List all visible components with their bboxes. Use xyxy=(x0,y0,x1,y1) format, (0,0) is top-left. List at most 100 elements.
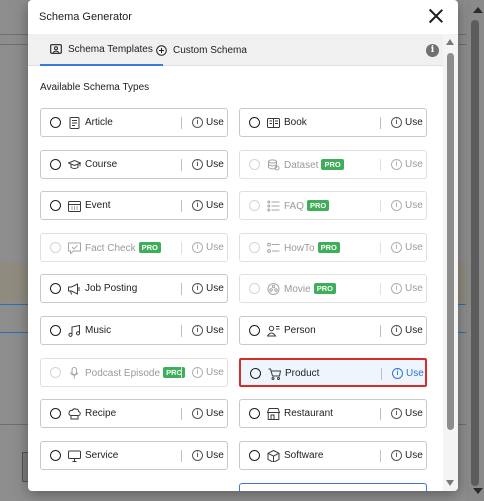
use-button[interactable]: Use xyxy=(405,408,423,419)
schema-label: FAQ PRO xyxy=(284,200,330,212)
schema-card-fact-check[interactable]: Fact Check PRO i Use xyxy=(40,232,228,262)
schema-name: Course xyxy=(85,158,118,170)
scroll-down-icon[interactable] xyxy=(446,480,454,486)
use-button[interactable]: Use xyxy=(405,450,423,461)
radio-button[interactable] xyxy=(249,449,260,461)
radio-button[interactable] xyxy=(249,325,260,336)
schema-card-recipe[interactable]: Recipe i Use xyxy=(40,399,228,429)
schema-card-movie[interactable]: Movie PRO i Use xyxy=(239,274,427,304)
info-icon[interactable]: i xyxy=(426,44,439,57)
radio-button[interactable] xyxy=(50,200,61,212)
modal-scrollbar[interactable] xyxy=(443,34,458,491)
schema-name: Event xyxy=(85,200,111,212)
use-button[interactable]: Use xyxy=(206,117,224,128)
schema-card-faq[interactable]: FAQ PRO i Use xyxy=(239,191,427,221)
book-icon xyxy=(267,117,280,129)
scroll-up-icon[interactable] xyxy=(446,39,454,45)
radio-button[interactable] xyxy=(50,366,61,378)
info-circle-icon[interactable]: i xyxy=(391,408,402,420)
info-circle-icon[interactable]: i xyxy=(391,200,402,212)
radio-button[interactable] xyxy=(50,158,61,170)
tab-custom-schema[interactable]: Custom Schema xyxy=(156,34,247,66)
radio-button[interactable] xyxy=(249,117,260,128)
schema-card-howto[interactable]: HowTo PRO i Use xyxy=(239,232,427,262)
info-circle-icon[interactable]: i xyxy=(391,449,402,461)
use-button[interactable]: Use xyxy=(405,325,423,336)
radio-button[interactable] xyxy=(50,117,61,128)
use-button[interactable]: Use xyxy=(405,242,423,253)
schema-card-software[interactable]: Software i Use xyxy=(239,440,427,470)
schema-card-restaurant[interactable]: Restaurant i Use xyxy=(239,399,427,429)
divider xyxy=(380,283,381,296)
info-circle-icon[interactable]: i xyxy=(391,325,402,336)
use-button[interactable]: Use xyxy=(206,367,224,378)
radio-button[interactable] xyxy=(50,408,61,420)
tab-schema-templates[interactable]: Schema Templates xyxy=(40,34,163,66)
schema-label: Movie PRO xyxy=(284,283,336,295)
page-scrollbar[interactable] xyxy=(466,0,484,501)
schema-card-event[interactable]: Event i Use xyxy=(40,191,228,221)
schema-card-job-posting[interactable]: Job Posting i Use xyxy=(40,274,228,304)
schema-card-dataset[interactable]: Dataset PRO i Use xyxy=(239,149,427,179)
schema-card-course[interactable]: Course i Use xyxy=(40,149,228,179)
use-button[interactable]: Use xyxy=(405,117,423,128)
page-scroll-down-icon[interactable] xyxy=(473,488,483,494)
schema-card-person[interactable]: Person i Use xyxy=(239,316,427,345)
schema-card-partial[interactable] xyxy=(239,483,427,491)
info-circle-icon[interactable]: i xyxy=(192,449,203,461)
info-circle-icon[interactable]: i xyxy=(391,283,402,295)
use-button[interactable]: Use xyxy=(206,450,224,461)
schema-label: Software xyxy=(284,450,323,461)
info-circle-icon[interactable]: i xyxy=(192,325,203,336)
divider xyxy=(181,200,182,213)
use-button[interactable]: Use xyxy=(405,200,423,211)
schema-card-music[interactable]: Music i Use xyxy=(40,316,228,345)
info-circle-icon[interactable]: i xyxy=(192,283,203,295)
schema-label: Book xyxy=(284,117,307,128)
use-button[interactable]: Use xyxy=(206,242,224,253)
info-circle-icon[interactable]: i xyxy=(192,158,203,170)
radio-button[interactable] xyxy=(50,283,61,295)
radio-button[interactable] xyxy=(50,449,61,461)
schema-card-service[interactable]: Service i Use xyxy=(40,440,228,470)
schema-card-book[interactable]: Book i Use xyxy=(239,108,427,137)
radio-button[interactable] xyxy=(249,241,260,253)
info-circle-icon[interactable]: i xyxy=(192,241,203,253)
close-icon[interactable] xyxy=(428,8,444,24)
use-button[interactable]: Use xyxy=(406,368,424,379)
radio-button[interactable] xyxy=(250,367,261,379)
use-button[interactable]: Use xyxy=(405,159,423,170)
info-circle-icon[interactable]: i xyxy=(391,117,402,128)
microphone-icon xyxy=(68,366,81,379)
use-button[interactable]: Use xyxy=(206,200,224,211)
radio-button[interactable] xyxy=(249,283,260,295)
schema-label: Fact Check PRO xyxy=(85,241,161,254)
radio-button[interactable] xyxy=(50,325,61,336)
radio-button[interactable] xyxy=(249,200,260,212)
use-button[interactable]: Use xyxy=(206,408,224,419)
info-circle-icon[interactable]: i xyxy=(192,366,203,378)
divider xyxy=(181,366,182,379)
divider xyxy=(181,408,182,421)
info-circle-icon[interactable]: i xyxy=(391,241,402,253)
info-circle-icon[interactable]: i xyxy=(392,367,403,379)
radio-button[interactable] xyxy=(249,158,260,170)
scroll-thumb[interactable] xyxy=(447,53,454,430)
info-circle-icon[interactable]: i xyxy=(192,117,203,128)
use-button[interactable]: Use xyxy=(206,325,224,336)
info-circle-icon[interactable]: i xyxy=(192,200,203,212)
page-scroll-thumb[interactable] xyxy=(471,20,479,486)
schema-card-article[interactable]: Article i Use xyxy=(40,108,228,137)
divider xyxy=(380,325,381,337)
radio-button[interactable] xyxy=(249,408,260,420)
modal-tabs: Schema Templates Custom Schema xyxy=(28,34,443,66)
info-circle-icon[interactable]: i xyxy=(391,158,402,170)
radio-button[interactable] xyxy=(50,241,61,253)
use-button[interactable]: Use xyxy=(206,159,224,170)
use-button[interactable]: Use xyxy=(206,283,224,294)
page-scroll-up-icon[interactable] xyxy=(473,7,483,13)
use-button[interactable]: Use xyxy=(405,283,423,294)
info-circle-icon[interactable]: i xyxy=(192,408,203,420)
schema-card-podcast-episode[interactable]: Podcast Episode PRO i Use xyxy=(40,357,228,387)
schema-card-product[interactable]: Product i Use xyxy=(239,357,427,387)
